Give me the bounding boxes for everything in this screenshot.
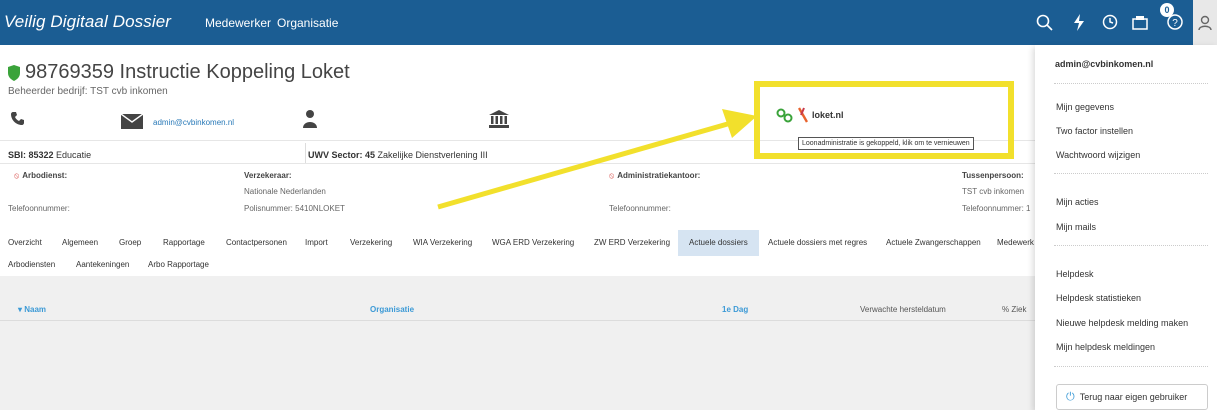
user-dropdown-menu: admin@cvbinkomen.nl Mijn gegevens Two fa… [1035, 45, 1217, 410]
tab-arbodiensten[interactable]: Arbodiensten [8, 260, 55, 269]
power-icon: ⏻ [1066, 390, 1075, 403]
tab-actuele-dossiers-met-regres[interactable]: Actuele dossiers met regres [768, 238, 867, 247]
menu-helpdesk[interactable]: Helpdesk [1056, 269, 1094, 279]
tab-actuele-zwangerschappen[interactable]: Actuele Zwangerschappen [886, 238, 981, 247]
tab-aantekeningen[interactable]: Aantekeningen [76, 260, 129, 269]
tab-contactpersonen[interactable]: Contactpersonen [226, 238, 287, 247]
tab-bar: Overzicht Algemeen Groep Rapportage Cont… [0, 230, 1035, 256]
tab-overzicht[interactable]: Overzicht [8, 238, 42, 247]
menu-mijn-mails[interactable]: Mijn mails [1056, 222, 1096, 232]
column-verwachte-hersteldatum[interactable]: Verwachte hersteldatum [860, 305, 946, 314]
tab-bar-row2: Arbodiensten Aantekeningen Arbo Rapporta… [0, 256, 1035, 276]
tab-wia-verzekering[interactable]: WIA Verzekering [413, 238, 472, 247]
back-button-label: Terug naar eigen gebruiker [1079, 392, 1188, 402]
menu-mijn-gegevens[interactable]: Mijn gegevens [1056, 102, 1114, 112]
menu-wachtwoord-wijzigen[interactable]: Wachtwoord wijzigen [1056, 150, 1140, 160]
column-organisatie[interactable]: Organisatie [370, 305, 414, 314]
menu-divider [1054, 173, 1208, 174]
menu-nieuwe-helpdesk-melding[interactable]: Nieuwe helpdesk melding maken [1056, 318, 1188, 328]
table-header-divider [0, 320, 1035, 321]
tab-zw-erd-verzekering[interactable]: ZW ERD Verzekering [594, 238, 670, 247]
column-1e-dag[interactable]: 1e Dag [722, 305, 748, 314]
menu-divider [1054, 245, 1208, 246]
column-percent-ziek[interactable]: % Ziek [1002, 305, 1026, 314]
back-to-own-user-button[interactable]: ⏻ Terug naar eigen gebruiker [1056, 384, 1208, 410]
tab-wga-erd-verzekering[interactable]: WGA ERD Verzekering [492, 238, 574, 247]
menu-two-factor[interactable]: Two factor instellen [1056, 126, 1133, 136]
column-naam[interactable]: ▾ Naam [18, 305, 46, 314]
tab-verzekering[interactable]: Verzekering [350, 238, 392, 247]
tab-arbo-rapportage[interactable]: Arbo Rapportage [148, 260, 209, 269]
menu-helpdesk-statistieken[interactable]: Helpdesk statistieken [1056, 293, 1141, 303]
tab-medewerk[interactable]: Medewerk [997, 238, 1034, 247]
tab-import[interactable]: Import [305, 238, 328, 247]
menu-divider [1054, 83, 1208, 84]
tab-groep[interactable]: Groep [119, 238, 141, 247]
user-email: admin@cvbinkomen.nl [1055, 59, 1154, 69]
menu-mijn-helpdesk-meldingen[interactable]: Mijn helpdesk meldingen [1056, 342, 1155, 352]
table-area [0, 276, 1035, 410]
tab-rapportage[interactable]: Rapportage [163, 238, 205, 247]
menu-divider [1054, 366, 1208, 367]
tab-algemeen[interactable]: Algemeen [62, 238, 98, 247]
menu-mijn-acties[interactable]: Mijn acties [1056, 197, 1099, 207]
tab-actuele-dossiers[interactable]: Actuele dossiers [678, 230, 759, 256]
